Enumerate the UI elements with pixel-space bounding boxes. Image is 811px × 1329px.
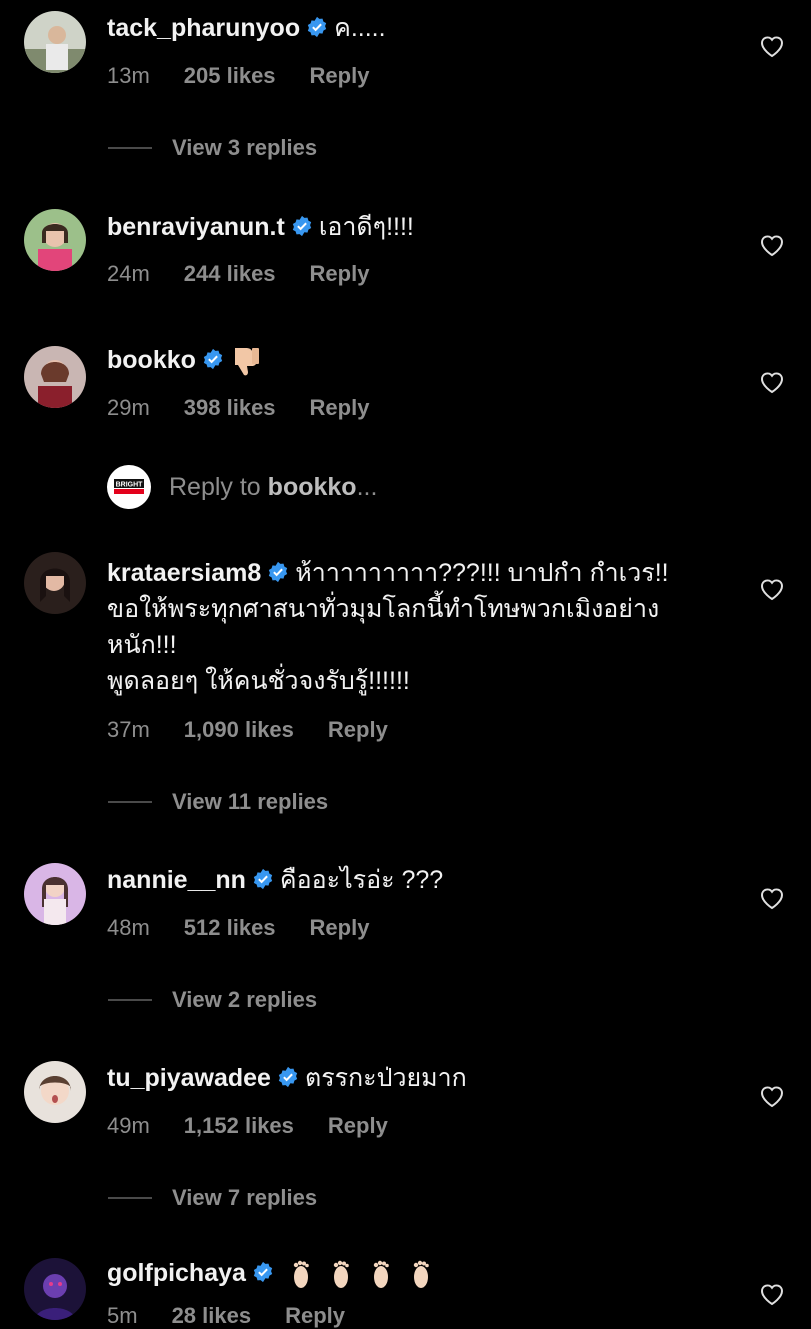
avatar[interactable] xyxy=(24,1061,86,1123)
username[interactable]: krataersiam8 xyxy=(107,559,261,587)
verified-badge-icon xyxy=(203,348,223,370)
divider xyxy=(108,801,152,803)
foot-icon xyxy=(293,1261,309,1289)
avatar[interactable] xyxy=(24,863,86,925)
reply-button[interactable]: Reply xyxy=(310,915,370,940)
divider xyxy=(108,1197,152,1199)
comment-time: 13m xyxy=(107,63,150,88)
username[interactable]: nannie__nn xyxy=(107,866,246,894)
verified-badge-icon xyxy=(269,561,288,583)
heart-icon[interactable] xyxy=(759,886,785,910)
verified-badge-icon xyxy=(307,16,327,38)
reply-button[interactable]: Reply xyxy=(328,1113,388,1138)
verified-badge-icon xyxy=(292,215,311,237)
comment-time: 24m xyxy=(107,261,150,286)
reply-button[interactable]: Reply xyxy=(310,395,370,420)
comment-time: 48m xyxy=(107,915,150,940)
view-replies-button[interactable]: View 11 replies xyxy=(108,787,328,817)
comment-text: ห้าาาาาาาาา???!!! บาปกำ กำเวร!! xyxy=(295,559,669,587)
username[interactable]: bookko xyxy=(107,346,196,374)
view-replies-button[interactable]: View 2 replies xyxy=(108,985,317,1015)
likes-count[interactable]: 244 likes xyxy=(184,261,276,286)
foot-icon xyxy=(413,1261,429,1289)
reply-button[interactable]: Reply xyxy=(328,717,388,742)
likes-count[interactable]: 398 likes xyxy=(184,395,276,420)
avatar[interactable] xyxy=(24,11,86,73)
comment-text: ขอให้พระทุกศาสนาทั่วมุมโลกนี้ทำโทษพวกเมิ… xyxy=(107,595,660,623)
foot-icon xyxy=(373,1261,389,1289)
likes-count[interactable]: 205 likes xyxy=(184,63,276,88)
avatar[interactable] xyxy=(24,552,86,614)
likes-count[interactable]: 1,090 likes xyxy=(184,717,294,742)
heart-icon[interactable] xyxy=(759,1084,785,1108)
comment-text: คืออะไรอ่ะ ??? xyxy=(279,866,444,894)
reply-button[interactable]: Reply xyxy=(285,1303,345,1328)
heart-icon[interactable] xyxy=(759,233,785,257)
logo-text: BRIGHT xyxy=(116,482,144,489)
avatar[interactable] xyxy=(24,346,86,408)
avatar[interactable] xyxy=(24,1258,86,1320)
view-replies-button[interactable]: View 7 replies xyxy=(108,1183,317,1213)
comment-text: ค..... xyxy=(334,14,386,42)
reply-to-username: bookko xyxy=(267,472,357,501)
reply-to-suffix: ... xyxy=(356,472,378,501)
username[interactable]: benraviyanun.t xyxy=(107,213,285,241)
likes-count[interactable]: 512 likes xyxy=(184,915,276,940)
reply-to-prefix: Reply to xyxy=(169,472,261,501)
heart-icon[interactable] xyxy=(759,577,785,601)
heart-icon[interactable] xyxy=(759,370,785,394)
verified-badge-icon xyxy=(278,1066,298,1088)
verified-badge-icon xyxy=(253,868,273,890)
likes-count[interactable]: 1,152 likes xyxy=(184,1113,294,1138)
avatar[interactable] xyxy=(24,209,86,271)
comment-time: 5m xyxy=(107,1303,138,1328)
comment-text: เอาดีๆ!!!! xyxy=(318,213,414,241)
reply-button[interactable]: Reply xyxy=(310,63,370,88)
verified-badge-icon xyxy=(253,1261,273,1283)
divider xyxy=(108,999,152,1001)
reply-to-prompt[interactable]: BRIGHT Reply to bookko... xyxy=(107,465,377,509)
view-replies-button[interactable]: View 3 replies xyxy=(108,133,317,163)
reply-button[interactable]: Reply xyxy=(310,261,370,286)
divider xyxy=(108,147,152,149)
comment-time: 37m xyxy=(107,717,150,742)
comment-text: หนัก!!! xyxy=(107,631,177,659)
comment-text: ตรรกะป่วยมาก xyxy=(304,1064,467,1092)
username[interactable]: tu_piyawadee xyxy=(107,1064,271,1092)
likes-count[interactable]: 28 likes xyxy=(172,1303,252,1328)
comment-time: 49m xyxy=(107,1113,150,1138)
foot-icon xyxy=(333,1261,349,1289)
comment-text: พูดลอยๆ ให้คนชั่วจงรับรู้!!!!!! xyxy=(107,667,410,695)
bright-logo: BRIGHT xyxy=(107,465,151,509)
comment-time: 29m xyxy=(107,395,150,420)
thumbs-down-icon xyxy=(234,348,259,376)
heart-icon[interactable] xyxy=(759,34,785,58)
heart-icon[interactable] xyxy=(759,1282,785,1306)
username[interactable]: golfpichaya xyxy=(107,1259,246,1287)
username[interactable]: tack_pharunyoo xyxy=(107,14,300,42)
